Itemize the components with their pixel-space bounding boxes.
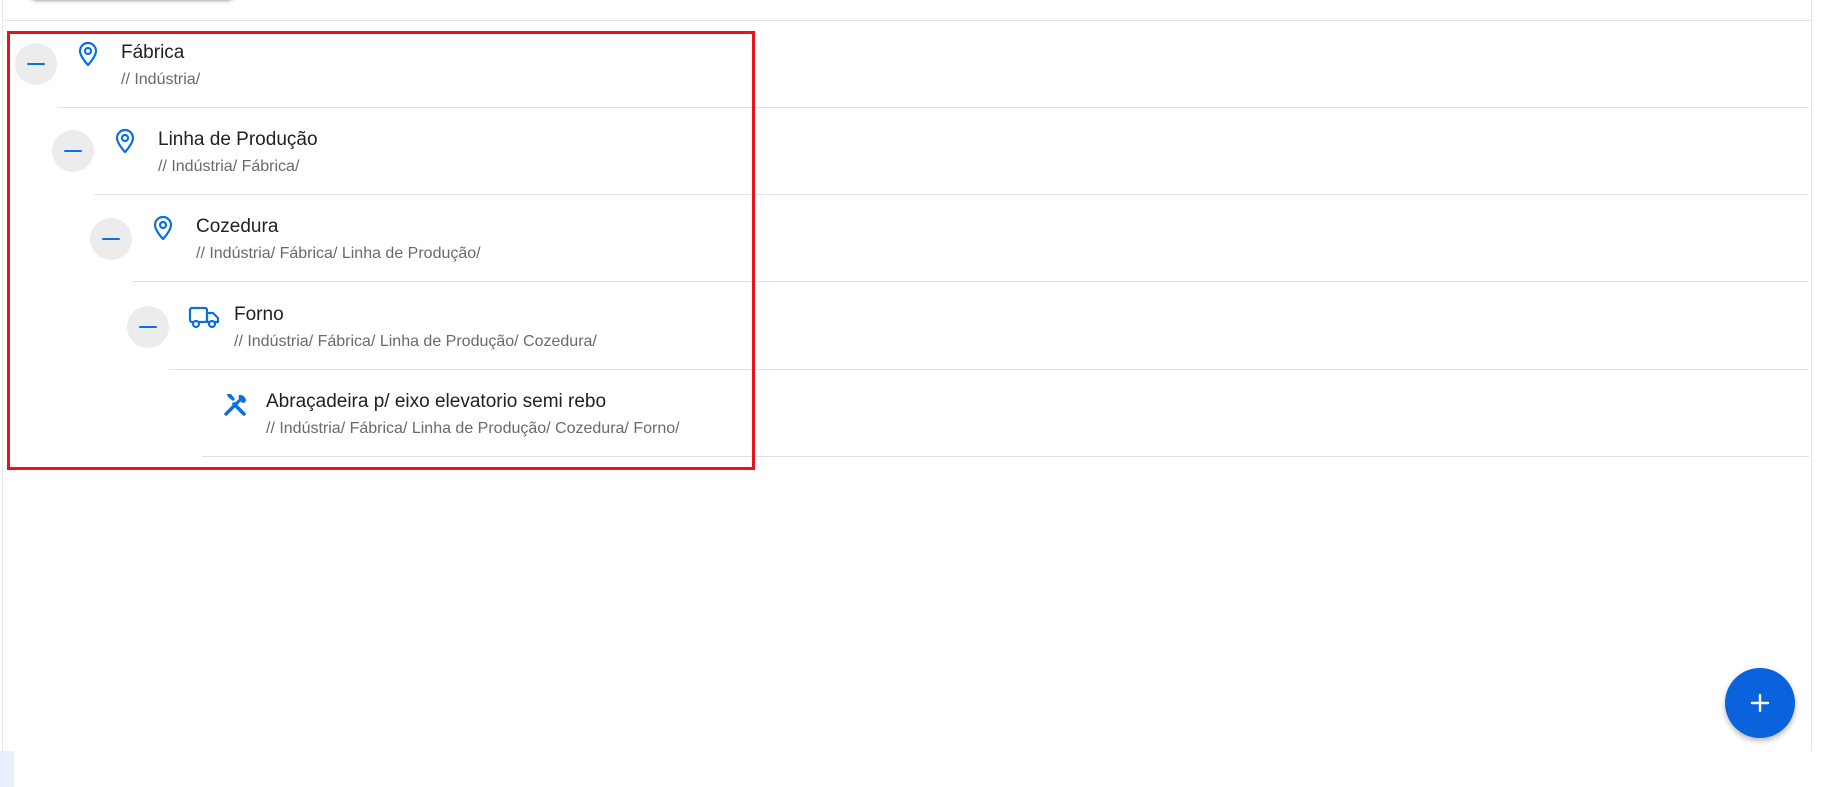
node-title[interactable]: Abraçadeira p/ eixo elevatorio semi rebo (266, 391, 606, 413)
node-path: // Indústria/ Fábrica/ Linha de Produção… (234, 333, 597, 350)
tree-row[interactable]: Fábrica // Indústria/ (3, 21, 1809, 108)
collapse-button[interactable] (90, 218, 132, 260)
map-pin-icon (73, 39, 103, 69)
row-divider (202, 456, 1809, 457)
add-button[interactable] (1725, 668, 1795, 738)
node-path: // Indústria/ Fábrica/ (158, 158, 300, 175)
node-path: // Indústria/ (121, 71, 201, 88)
tools-icon (221, 389, 251, 419)
tree-row[interactable]: Linha de Produção // Indústria/ Fábrica/ (3, 108, 1809, 195)
node-path: // Indústria/ Fábrica/ Linha de Produção… (266, 420, 680, 437)
corner-tint (0, 751, 14, 787)
minus-icon (139, 326, 157, 328)
collapse-button[interactable] (52, 130, 94, 172)
minus-icon (102, 238, 120, 240)
plus-icon (1750, 693, 1770, 713)
node-title[interactable]: Cozedura (196, 216, 278, 238)
tree-row[interactable]: Cozedura // Indústria/ Fábrica/ Linha de… (3, 195, 1809, 282)
row-divider (132, 281, 1809, 282)
node-title[interactable]: Fábrica (121, 42, 184, 64)
map-pin-icon (148, 213, 178, 243)
minus-icon (27, 63, 45, 65)
tree-panel: Fábrica // Indústria/ Linha de Produção … (2, 0, 1812, 751)
collapse-button[interactable] (15, 43, 57, 85)
tree-row[interactable]: Forno // Indústria/ Fábrica/ Linha de Pr… (3, 283, 1809, 370)
node-path: // Indústria/ Fábrica/ Linha de Produção… (196, 245, 481, 262)
tree-row[interactable]: Abraçadeira p/ eixo elevatorio semi rebo… (3, 370, 1809, 457)
node-title[interactable]: Forno (234, 304, 284, 326)
map-pin-icon (110, 126, 140, 156)
minus-icon (64, 150, 82, 152)
truck-icon (187, 302, 221, 332)
node-title[interactable]: Linha de Produção (158, 129, 318, 151)
collapse-button[interactable] (127, 306, 169, 348)
